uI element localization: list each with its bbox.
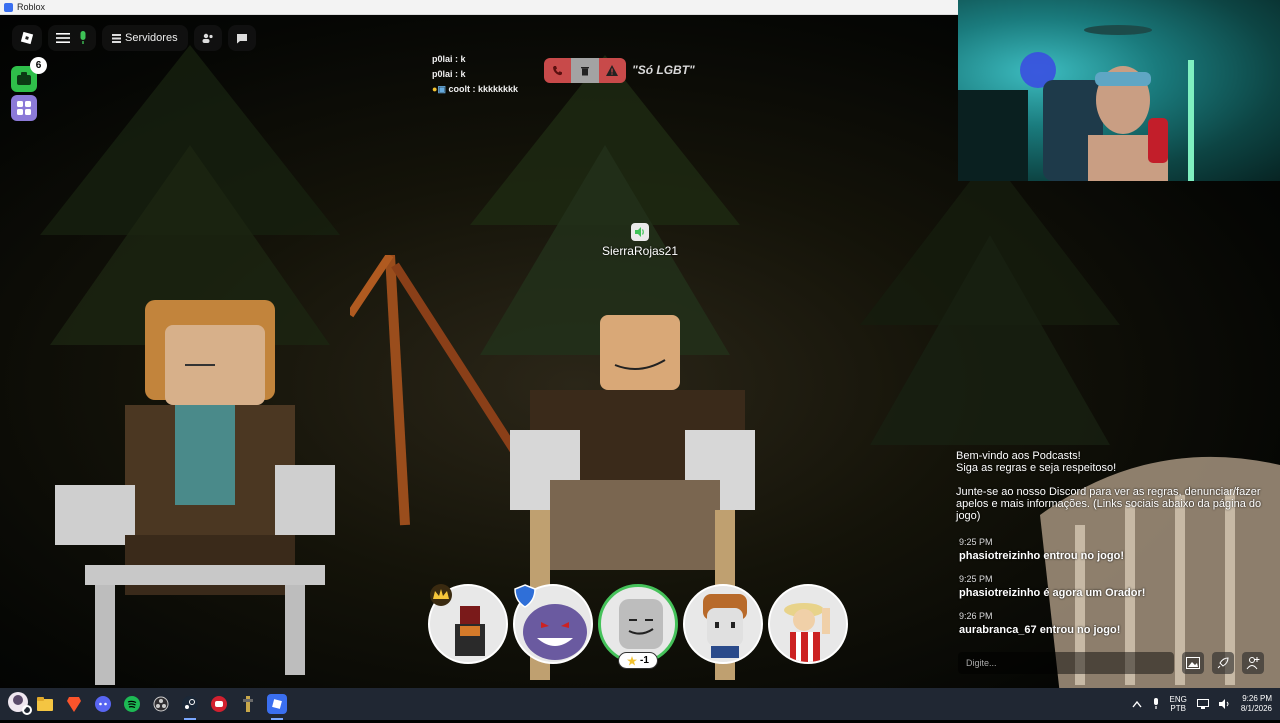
inventory-button[interactable]: 6 [11, 57, 47, 92]
tree-right [860, 155, 1120, 445]
anime-search-widget-icon[interactable] [6, 690, 34, 718]
welcome-text: Bem-vindo aos Podcasts! [956, 450, 1081, 462]
windows-taskbar: ENG PTB 9:26 PM 8/1/2026 [0, 688, 1280, 720]
red-app-icon[interactable] [209, 694, 229, 714]
chat-timestamp: 9:25 PM [959, 574, 993, 584]
system-tray: ENG PTB 9:26 PM 8/1/2026 [1131, 688, 1272, 720]
speaker-volume-icon [631, 223, 649, 241]
roblox-taskbar-icon[interactable] [267, 694, 287, 720]
avatar-1[interactable] [428, 584, 508, 664]
image-button[interactable] [1182, 652, 1204, 674]
hamburger-menu-button[interactable] [48, 25, 96, 51]
image-icon [1186, 657, 1200, 669]
star-icon [627, 655, 638, 665]
file-explorer-icon[interactable] [35, 694, 55, 714]
report-button[interactable] [599, 58, 626, 83]
speaker-nametag: SierraRojas21 [600, 223, 680, 258]
chat-message: 9:26 PM aurabranca_67 entrou no jogo! [959, 611, 1259, 636]
chat-log: 9:25 PM phasiotreizinho entrou no jogo! … [959, 537, 1259, 648]
chat-timestamp: 9:25 PM [959, 537, 993, 547]
delete-button[interactable] [571, 58, 599, 83]
chat-line: p0lai : k [432, 69, 466, 79]
room-title: "Só LGBT" [632, 63, 695, 77]
avatar-4[interactable] [683, 584, 763, 664]
chat-timestamp: 9:26 PM [959, 611, 993, 621]
speaker-name: SierraRojas21 [601, 244, 679, 258]
language-indicator[interactable]: ENG PTB [1170, 695, 1187, 713]
chat-message: 9:25 PM phasiotreizinho é agora um Orado… [959, 574, 1259, 599]
chat-bubble-icon [236, 33, 247, 43]
character-left [55, 300, 335, 685]
crown-icon [430, 584, 452, 606]
grid-icon [17, 101, 31, 115]
roblox-app-icon [4, 2, 13, 12]
roblox-logo-icon [20, 31, 34, 45]
players-button[interactable] [193, 25, 222, 51]
rocket-icon [1217, 657, 1229, 669]
voice-call-bar [544, 58, 626, 83]
people-icon [202, 33, 213, 43]
servers-button[interactable]: Servidores [102, 25, 188, 51]
mic-tray-icon[interactable] [1152, 698, 1160, 710]
chat-line: ●▣ coolt : kkkkkkkk [432, 84, 519, 94]
clock[interactable]: 9:26 PM 8/1/2026 [1241, 694, 1272, 714]
emotes-button[interactable] [11, 95, 37, 121]
streamer-webcam [958, 0, 1280, 181]
servers-label: Servidores [125, 32, 178, 44]
chat-text: phasiotreizinho é agora um Orador! [959, 587, 1146, 599]
warning-icon [606, 65, 619, 76]
notification-badge: 6 [30, 57, 47, 74]
avatar-3[interactable]: -1 [598, 584, 678, 669]
server-info-message: Bem-vindo aos Podcasts! Siga as regras e … [956, 450, 1271, 534]
in-game-chat: p0lai : k p0lai : k ●▣ coolt : kkkkkkkk [432, 52, 518, 97]
window-title: Roblox [17, 2, 46, 12]
person-add-icon [1246, 657, 1260, 670]
chat-text: aurabranca_67 entrou no jogo! [959, 624, 1121, 636]
chat-text: phasiotreizinho entrou no jogo! [959, 550, 1124, 562]
network-icon[interactable] [1196, 699, 1209, 709]
backpack-icon [17, 72, 31, 85]
star-counter: -1 [618, 652, 658, 669]
chat-tools [1182, 652, 1264, 674]
add-friend-button[interactable] [1242, 652, 1264, 674]
taskbar-apps [35, 688, 287, 720]
phone-icon [553, 66, 563, 76]
steam-icon[interactable] [180, 694, 200, 720]
trash-icon [580, 67, 589, 76]
roblox-topbar: Servidores [12, 25, 256, 51]
brave-browser-icon[interactable] [64, 694, 84, 714]
hamburger-icon [56, 33, 70, 43]
rules-text: Siga as regras e seja respeitoso! [956, 462, 1117, 474]
hang-up-button[interactable] [544, 58, 571, 83]
discord-icon[interactable] [93, 694, 113, 714]
roblox-menu-button[interactable] [12, 25, 42, 51]
chat-toggle-button[interactable] [227, 25, 256, 51]
volume-icon[interactable] [1218, 699, 1231, 709]
webcam-image [958, 25, 1194, 181]
server-list-icon [112, 33, 121, 43]
chat-message: 9:25 PM phasiotreizinho entrou no jogo! [959, 537, 1259, 562]
chat-input[interactable] [958, 652, 1174, 674]
shield-icon [514, 584, 536, 608]
discord-text: Junte-se ao nosso Discord para ver as re… [956, 486, 1262, 522]
avatar-2[interactable] [513, 584, 593, 664]
microphone-icon[interactable] [78, 31, 88, 45]
boost-button[interactable] [1212, 652, 1234, 674]
obs-icon[interactable] [151, 694, 171, 714]
avatar-5[interactable] [768, 584, 848, 664]
spotify-icon[interactable] [122, 694, 142, 714]
chat-line: p0lai : k [432, 54, 466, 64]
chevron-up-icon[interactable] [1131, 700, 1142, 708]
tool-app-icon[interactable] [238, 694, 258, 714]
speaker-avatars: -1 [428, 584, 848, 669]
